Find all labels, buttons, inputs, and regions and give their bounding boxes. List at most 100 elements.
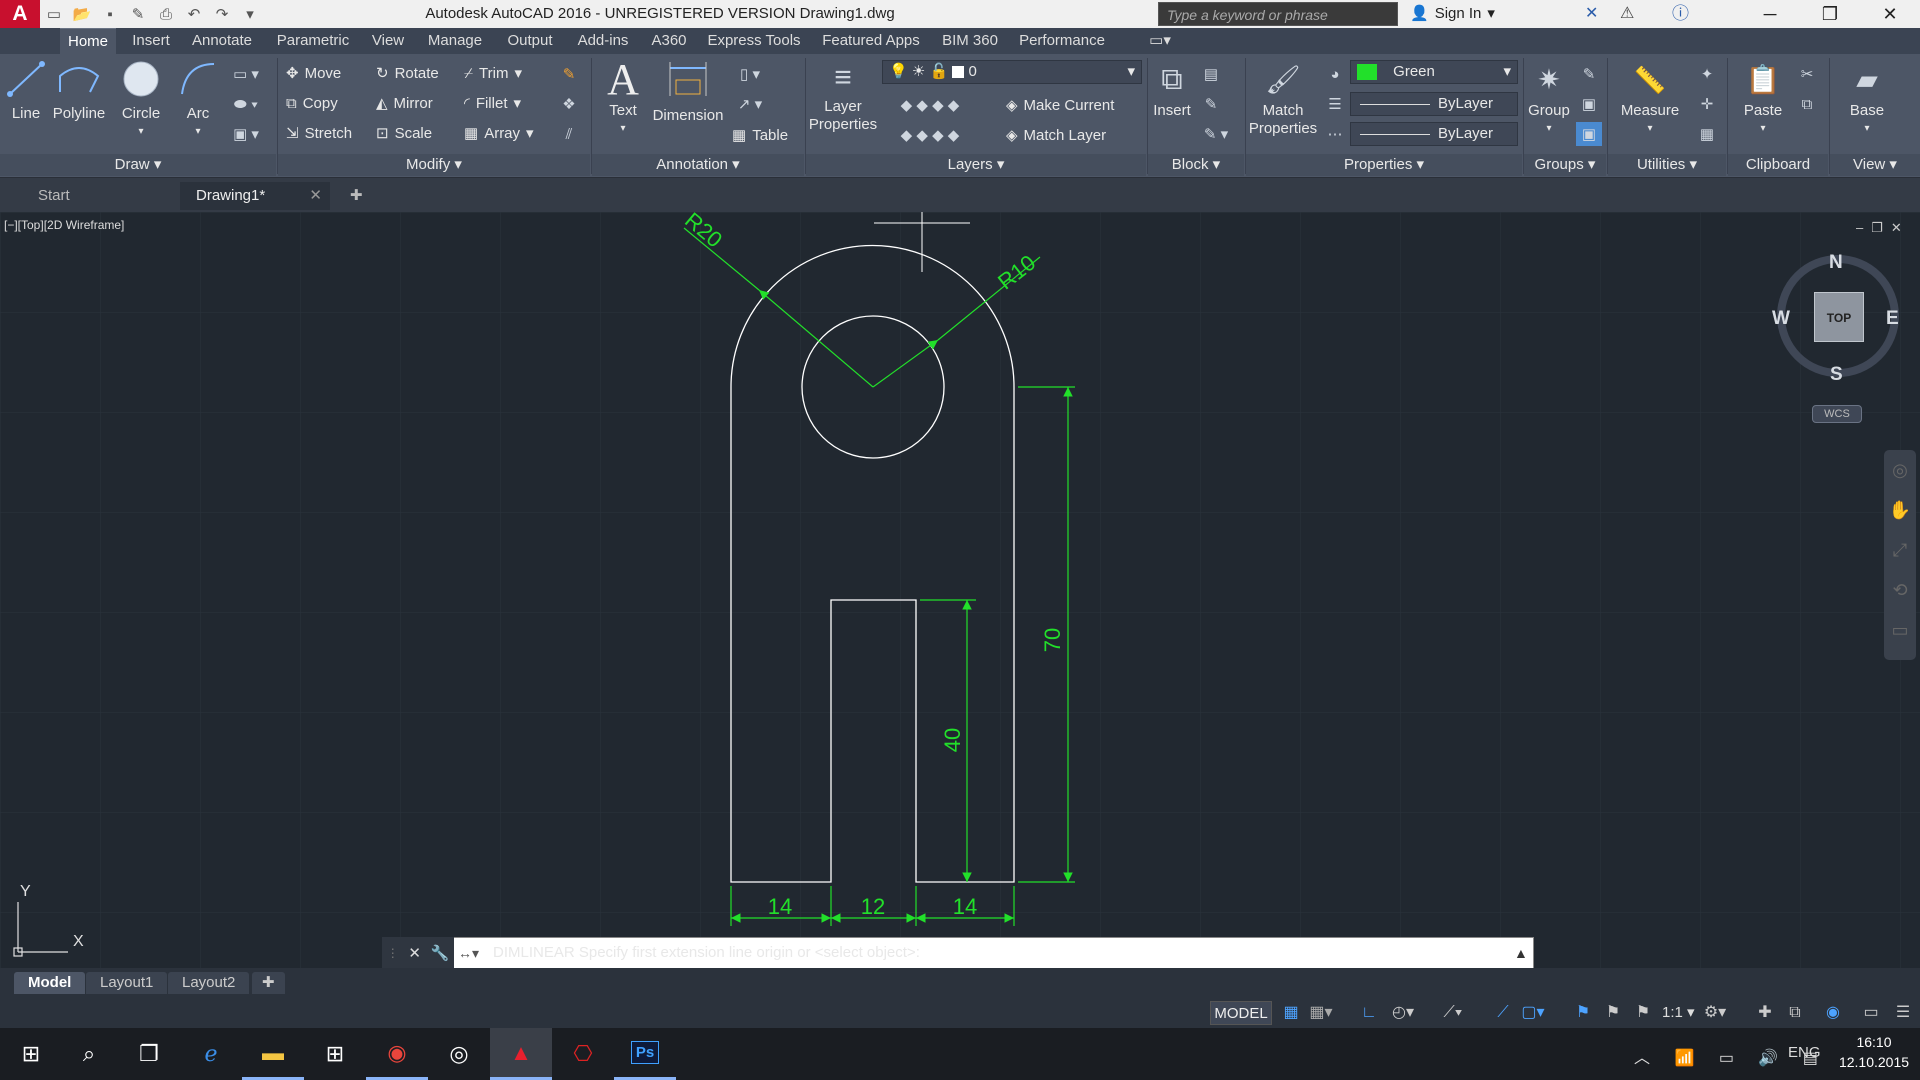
tab-a360[interactable]: A360 [646, 28, 692, 54]
erase-icon[interactable]: ✎ [556, 62, 582, 86]
base-button[interactable]: ▰ Base ▾ [1842, 58, 1892, 138]
print-icon[interactable]: ⎙ [152, 0, 180, 28]
rotate-button[interactable]: ↻ Rotate [376, 62, 439, 84]
customization-menu-icon[interactable]: ☰ [1890, 1001, 1916, 1025]
add-layout-button[interactable]: ✚ [252, 972, 285, 994]
tab-parametric[interactable]: Parametric [270, 28, 356, 54]
layer-tools-row-1[interactable]: ◆ ◆ ◆ ◆ [884, 94, 976, 116]
layers-panel-label[interactable]: Layers ▾ [806, 154, 1146, 176]
trim-button[interactable]: ⌿ Trim ▾ [464, 62, 522, 84]
close-button[interactable]: ✕ [1860, 0, 1920, 28]
auto-scale-icon[interactable]: ⚑ [1600, 1001, 1626, 1025]
new-tab-button[interactable]: ✚ [340, 182, 374, 210]
layer-dropdown[interactable]: 💡 ☀ 🔓 0 ▾ [882, 60, 1142, 84]
lineweight-icon[interactable]: ☰ [1322, 92, 1348, 116]
save-icon[interactable]: ▪ [96, 0, 124, 28]
tab-layout1[interactable]: Layout1 [86, 972, 168, 994]
command-history-icon[interactable]: ▲ [1514, 945, 1528, 961]
offset-icon[interactable]: ⫽ [556, 122, 582, 146]
block-attributes-icon[interactable]: ✎ ▾ [1198, 122, 1234, 146]
layer-tools-row-2[interactable]: ◆ ◆ ◆ ◆ [884, 124, 976, 146]
properties-panel-label[interactable]: Properties ▾ [1246, 154, 1522, 176]
maximize-button[interactable]: ❐ [1800, 0, 1860, 28]
lineweight-dropdown[interactable]: ByLayer [1350, 122, 1518, 146]
model-space-button[interactable]: MODEL [1210, 1001, 1272, 1025]
navigation-bar[interactable]: ◎ ✋ ⤢ ⟲ ▭ [1884, 450, 1916, 660]
match-properties-button[interactable]: 🖌 Match Properties [1248, 58, 1318, 138]
measure-button[interactable]: 📏 Measure ▾ [1612, 58, 1688, 138]
drawing-area[interactable]: R20 R10 70 40 14 12 14 Y X [0, 212, 1920, 972]
plus-icon[interactable]: ✚ [1752, 1001, 1778, 1025]
color-dropdown[interactable]: Green ▾ [1350, 60, 1518, 84]
groups-panel-label[interactable]: Groups ▾ [1524, 154, 1606, 176]
hardware-acceleration-icon[interactable]: ◉ [1820, 1001, 1846, 1025]
create-block-icon[interactable]: ▤ [1198, 62, 1224, 86]
paste-button[interactable]: 📋 Paste ▾ [1738, 58, 1788, 138]
task-view-icon[interactable]: ❐ [118, 1028, 180, 1080]
modify-panel-label[interactable]: Modify ▾ [278, 154, 590, 176]
model-space[interactable]: R20 R10 70 40 14 12 14 Y X [0, 212, 1920, 972]
store-icon[interactable]: ⊞ [304, 1028, 366, 1080]
utilities-panel-label[interactable]: Utilities ▾ [1608, 154, 1726, 176]
point-icon[interactable]: ✛ [1694, 92, 1720, 116]
make-current-button[interactable]: ◈ Make Current [1006, 94, 1114, 116]
viewport-window-controls[interactable]: –❐✕ [1856, 220, 1910, 236]
application-menu-button[interactable]: A [0, 0, 40, 28]
undo-icon[interactable]: ↶ [180, 0, 208, 28]
dimension-button[interactable]: Dimension [652, 58, 724, 125]
array-button[interactable]: ▦ Array ▾ [464, 122, 534, 144]
grid-toggle-icon[interactable]: ▦ [1278, 1001, 1304, 1025]
block-panel-label[interactable]: Block ▾ [1148, 154, 1244, 176]
ribbon-toggle-icon[interactable]: ▭▾ [1140, 28, 1180, 54]
clock[interactable]: 16:10 12.10.2015 [1832, 1032, 1916, 1072]
sign-in-button[interactable]: 👤 Sign In ▾ [1410, 0, 1495, 28]
insert-button[interactable]: ⧉ Insert [1150, 58, 1194, 120]
move-button[interactable]: ✥ Move [286, 62, 341, 84]
color-wheel-icon[interactable]: ◕ [1322, 62, 1348, 86]
command-recent-icon[interactable]: ↔▾ [458, 937, 479, 969]
ungroup-icon[interactable]: ✎ [1576, 62, 1602, 86]
tab-annotate[interactable]: Annotate [186, 28, 258, 54]
group-select-icon[interactable]: ▣ [1576, 122, 1602, 146]
qat-dropdown-icon[interactable]: ▾ [236, 0, 264, 28]
hatch-icon[interactable]: ⬬ ▾ [226, 92, 266, 116]
edge-icon[interactable]: ℯ [180, 1028, 242, 1080]
tab-home[interactable]: Home [60, 28, 116, 54]
fillet-button[interactable]: ◜ Fillet ▾ [464, 92, 521, 114]
ortho-icon[interactable]: ∟ [1356, 1001, 1382, 1025]
new-icon[interactable]: ▭ [40, 0, 68, 28]
pan-icon[interactable]: ✋ [1884, 490, 1916, 530]
redo-icon[interactable]: ↷ [208, 0, 236, 28]
viewcube-top-face[interactable]: TOP [1814, 292, 1864, 342]
scale-button[interactable]: ⊡ Scale [376, 122, 432, 144]
rectangle-icon[interactable]: ▭ ▾ [226, 62, 266, 86]
close-tab-icon[interactable]: ✕ [309, 182, 322, 210]
autocad-taskbar-icon[interactable]: ▲ [490, 1028, 552, 1080]
close-command-icon[interactable]: ✕ [408, 944, 421, 962]
polar-tracking-icon[interactable]: ◴▾ [1390, 1001, 1416, 1025]
multileader-icon[interactable]: ↗ ▾ [728, 92, 772, 116]
minimize-button[interactable]: ─ [1740, 0, 1800, 28]
table-button[interactable]: ▦ Table [732, 124, 788, 146]
calculator-icon[interactable]: ▦ [1694, 122, 1720, 146]
group-edit-icon[interactable]: ▣ [1576, 92, 1602, 116]
grip-icon[interactable]: ⋮ [387, 946, 399, 960]
edit-block-icon[interactable]: ✎ [1198, 92, 1224, 116]
annotation-visibility-icon[interactable]: ⚑ [1570, 1001, 1596, 1025]
clean-screen-icon[interactable]: ▭ [1858, 1001, 1884, 1025]
chrome-icon[interactable]: ◉ [366, 1028, 428, 1080]
language-indicator[interactable]: ENG [1788, 1044, 1821, 1061]
wrench-icon[interactable]: 🔧 [431, 944, 450, 962]
view-panel-label[interactable]: View ▾ [1830, 154, 1920, 176]
copy-clip-icon[interactable]: ⧉ [1794, 92, 1820, 116]
tab-drawing1[interactable]: Drawing1* ✕ [180, 182, 330, 210]
annotation-scale-icon[interactable]: ⚑ [1630, 1001, 1656, 1025]
match-layer-button[interactable]: ◈ Match Layer [1006, 124, 1106, 146]
compass-east[interactable]: E [1886, 308, 1899, 330]
zoom-icon[interactable]: ⤢ [1884, 530, 1916, 570]
polyline-button[interactable]: Polyline [52, 58, 106, 123]
mirror-button[interactable]: ◭ Mirror [376, 92, 433, 114]
tab-output[interactable]: Output [500, 28, 560, 54]
tab-layout2[interactable]: Layout2 [168, 972, 250, 994]
tab-start[interactable]: Start [22, 182, 178, 210]
